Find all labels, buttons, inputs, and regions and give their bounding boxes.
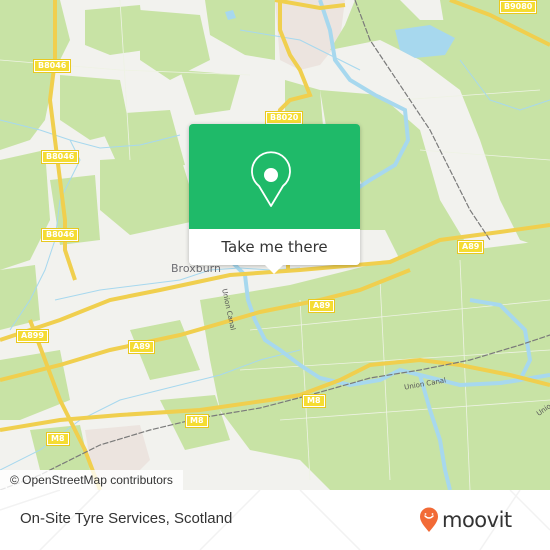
location-popup: Take me there — [189, 124, 360, 274]
take-me-there-button[interactable]: Take me there — [189, 229, 360, 265]
road-shield: B8046 — [40, 150, 80, 164]
moovit-pin-icon — [420, 507, 438, 532]
road-shield: B8020 — [264, 111, 304, 125]
map[interactable]: B8046 B8046 B8046 B8020 B9080 A89 A89 A8… — [0, 0, 550, 490]
road-shield: A89 — [456, 240, 485, 254]
road-shield: B9080 — [498, 0, 538, 14]
road-shield: B8046 — [32, 59, 72, 73]
moovit-logo[interactable]: moovit — [419, 506, 512, 534]
location-pin-icon — [251, 151, 291, 207]
road-shield: A89 — [307, 299, 336, 313]
road-shield: M8 — [302, 394, 326, 408]
road-shield: A899 — [16, 329, 49, 343]
moovit-wordmark: moovit — [442, 508, 512, 532]
place-title: On-Site Tyre Services, Scotland — [20, 510, 233, 527]
popup-pointer — [265, 265, 283, 274]
road-shield: M8 — [185, 414, 209, 428]
road-shield: B8046 — [40, 228, 80, 242]
road-shield: A89 — [127, 340, 156, 354]
map-attribution[interactable]: © OpenStreetMap contributors — [0, 470, 183, 490]
popup-header — [189, 124, 360, 229]
road-shield: M8 — [46, 432, 70, 446]
